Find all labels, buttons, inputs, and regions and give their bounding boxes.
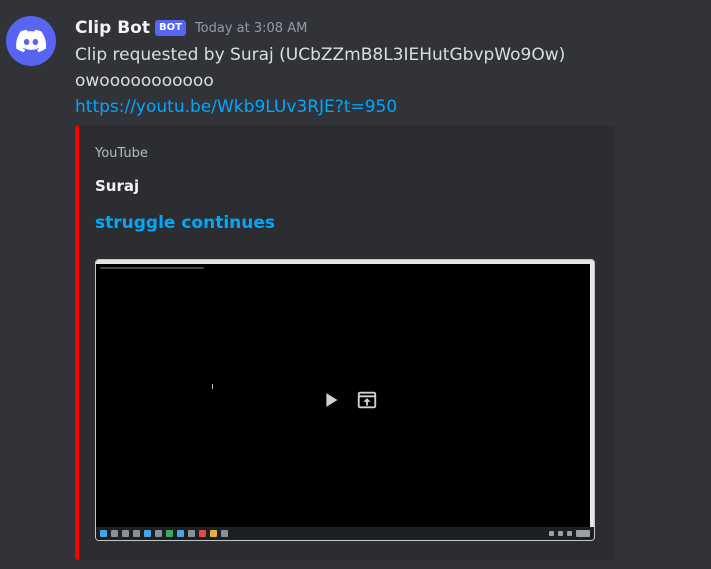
message-content: Clip requested by Suraj (UCbZZmB8L3IEHut… — [75, 42, 695, 120]
video-controls — [300, 378, 398, 422]
embed-author[interactable]: Suraj — [95, 177, 139, 195]
taskbar-app-icon — [166, 530, 173, 537]
taskbar-app-icon — [199, 530, 206, 537]
discord-logo-icon — [16, 29, 46, 53]
youtube-embed: YouTube Suraj struggle continues — [75, 125, 615, 560]
taskbar-app-icon — [188, 530, 195, 537]
taskbar-start-icon — [100, 530, 107, 537]
tray-icon — [558, 531, 563, 536]
taskbar-app-icon — [133, 530, 140, 537]
video-taskbar — [96, 527, 594, 540]
author-name[interactable]: Clip Bot — [75, 18, 150, 38]
tray-icon — [567, 531, 572, 536]
youtube-link[interactable]: https://youtu.be/Wkb9LUv3RJE?t=950 — [75, 97, 397, 117]
embed-title[interactable]: struggle continues — [95, 213, 275, 233]
bot-avatar[interactable] — [6, 16, 56, 66]
taskbar-app-icon — [155, 530, 162, 537]
message-line: Clip requested by Suraj (UCbZZmB8L3IEHut… — [75, 45, 566, 65]
taskbar-app-icon — [177, 530, 184, 537]
taskbar-app-icon — [122, 530, 129, 537]
tray-icon — [549, 531, 554, 536]
tray-clock-icon — [576, 530, 590, 537]
taskbar-tray — [549, 530, 590, 537]
open-external-icon[interactable] — [356, 389, 378, 411]
taskbar-app-icon — [210, 530, 217, 537]
video-window-titlebar — [96, 260, 594, 264]
message-line: owooooooooooo — [75, 71, 214, 91]
play-icon[interactable] — [320, 389, 342, 411]
chat-message: Clip Bot BOT Today at 3:08 AM Clip reque… — [0, 0, 711, 569]
message-timestamp: Today at 3:08 AM — [194, 20, 308, 36]
bot-badge: BOT — [154, 20, 186, 36]
taskbar-app-icon — [221, 530, 228, 537]
taskbar-search-icon — [111, 530, 118, 537]
embed-provider[interactable]: YouTube — [95, 146, 148, 161]
message-header: Clip Bot BOT Today at 3:08 AM — [75, 16, 307, 40]
video-text-cursor — [212, 384, 213, 389]
taskbar-app-icon — [144, 530, 151, 537]
video-window-edge — [590, 260, 594, 540]
video-thumbnail[interactable] — [95, 259, 595, 541]
video-terminal-line — [100, 267, 204, 269]
